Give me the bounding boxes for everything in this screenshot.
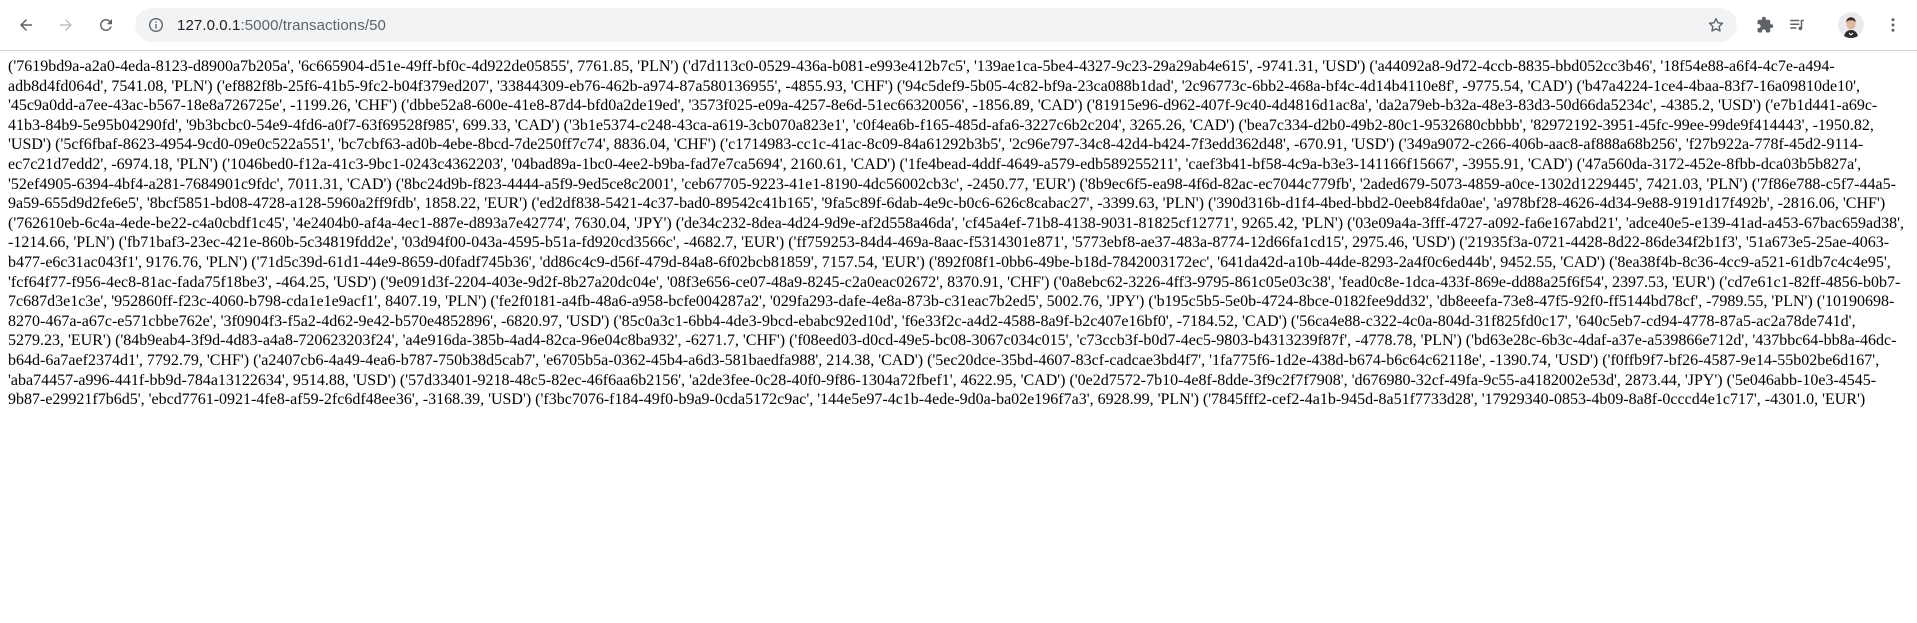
reload-icon: [99, 18, 112, 31]
media-control-button[interactable]: [1784, 12, 1810, 38]
profile-avatar[interactable]: [1838, 12, 1864, 38]
extensions-button[interactable]: [1752, 12, 1778, 38]
url-text[interactable]: 127.0.0.1:5000/transactions/50: [177, 17, 386, 34]
arrow-left-icon: [20, 19, 32, 31]
media-control-icon: [1790, 19, 1804, 31]
reload-button[interactable]: [91, 10, 121, 40]
kebab-menu-icon: [1891, 18, 1895, 32]
url-path: :5000/transactions/50: [240, 16, 386, 34]
browser-toolbar: 127.0.0.1:5000/transactions/50: [0, 0, 1917, 51]
transactions-output: ('7619bd9a-a2a0-4eda-8123-d8900a7b205a',…: [8, 58, 1905, 409]
url-host: 127.0.0.1: [177, 16, 241, 34]
puzzle-icon: [1757, 16, 1774, 33]
info-icon[interactable]: [148, 17, 164, 33]
menu-button[interactable]: [1880, 12, 1906, 38]
star-icon[interactable]: [1707, 16, 1725, 34]
address-bar[interactable]: 127.0.0.1:5000/transactions/50: [135, 8, 1737, 42]
arrow-right-icon: [60, 19, 72, 31]
avatar-icon: [1838, 12, 1864, 38]
back-button[interactable]: [11, 10, 41, 40]
forward-button[interactable]: [51, 10, 81, 40]
